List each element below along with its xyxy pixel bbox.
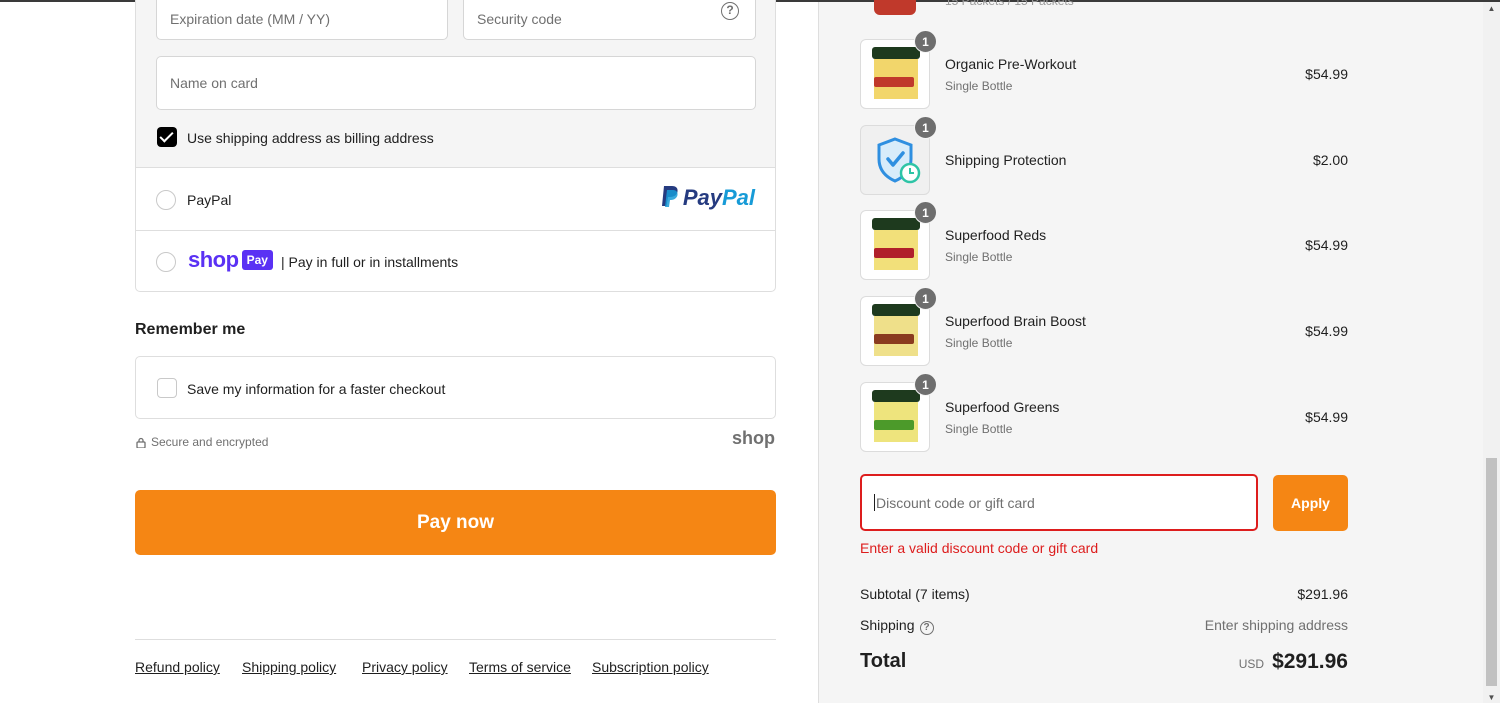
shoppay-option[interactable]: shop Pay | Pay in full or in installments [135, 230, 776, 292]
paypal-logo-pal: Pal [721, 185, 755, 210]
paypal-logo-pay: Pay [682, 185, 722, 210]
name-on-card-field[interactable]: Name on card [156, 56, 756, 110]
billing-address-checkbox[interactable] [157, 127, 177, 147]
item-name: Shipping Protection [945, 152, 1067, 168]
scrollbar-thumb[interactable] [1486, 458, 1497, 686]
item-variant: Single Bottle [945, 336, 1013, 350]
checkout-form-column: Expiration date (MM / YY) Security code … [0, 0, 818, 703]
item-thumbnail: 1 [860, 30, 937, 109]
privacy-policy-link[interactable]: Privacy policy [362, 659, 448, 675]
question-icon[interactable]: ? [721, 2, 739, 20]
total-value-group: USD $291.96 [1239, 650, 1348, 674]
list-item: 1 Superfood Reds Single Bottle $54.99 [860, 201, 1348, 280]
discount-code-input[interactable]: Discount code or gift card [860, 474, 1258, 531]
item-variant: Single Bottle [945, 79, 1013, 93]
quantity-badge: 1 [914, 373, 937, 396]
apply-discount-button[interactable]: Apply [1273, 475, 1348, 531]
list-item: 1 Superfood Brain Boost Single Bottle $5… [860, 287, 1348, 366]
item-thumbnail: 1 [860, 116, 937, 195]
question-icon[interactable]: ? [919, 621, 934, 635]
item-name: Organic Pre-Workout [945, 56, 1077, 72]
item-price: $54.99 [1305, 409, 1348, 425]
shoppay-badge: Pay [241, 250, 273, 270]
item-price: $54.99 [1305, 323, 1348, 339]
shipping-policy-link[interactable]: Shipping policy [242, 659, 336, 675]
item-thumbnail: 1 [860, 201, 937, 280]
item-price: $54.99 [1305, 237, 1348, 253]
item-thumbnail: 1 [860, 287, 937, 366]
remember-me-heading: Remember me [135, 321, 246, 338]
terms-of-service-link[interactable]: Terms of service [469, 659, 571, 675]
expiration-date-field[interactable]: Expiration date (MM / YY) [156, 0, 448, 40]
security-code-placeholder: Security code [477, 10, 562, 27]
secure-text: Secure and encrypted [151, 435, 269, 449]
paypal-option[interactable]: PayPal PayPal [135, 168, 776, 231]
total-value: $291.96 [1272, 650, 1348, 673]
total-label: Total [860, 650, 907, 672]
paypal-label: PayPal [187, 192, 232, 208]
quantity-badge: 1 [914, 201, 937, 224]
shield-icon [877, 137, 921, 184]
subtotal-value: $291.96 [1297, 586, 1348, 602]
paypal-logo: PayPal [661, 185, 755, 211]
shop-logo: shop [732, 428, 775, 448]
shoppay-word: shop [188, 247, 239, 272]
item-variant: Single Bottle [945, 250, 1013, 264]
item-name: Superfood Brain Boost [945, 313, 1086, 329]
scroll-up-arrow-icon[interactable]: ▲ [1483, 2, 1500, 16]
item-name: Superfood Greens [945, 399, 1060, 415]
list-item: 1 Organic Pre-Workout Single Bottle $54.… [860, 30, 1348, 109]
item-name: Superfood Reds [945, 227, 1047, 243]
quantity-badge: 1 [914, 30, 937, 53]
refund-policy-link[interactable]: Refund policy [135, 659, 220, 675]
shoppay-radio[interactable] [156, 252, 176, 272]
product-jar-image [872, 304, 920, 361]
security-code-field[interactable]: Security code ? [463, 0, 756, 40]
remember-me-box: Save my information for a faster checkou… [135, 356, 776, 419]
page-scrollbar[interactable]: ▲ ▼ [1483, 2, 1500, 703]
text-caret [874, 494, 875, 511]
quantity-badge: 1 [914, 116, 937, 139]
currency-code: USD [1238, 657, 1265, 671]
secure-note: Secure and encrypted [136, 435, 268, 449]
name-on-card-placeholder: Name on card [170, 75, 258, 91]
item-price: $2.00 [1312, 152, 1348, 168]
item-variant: Single Bottle [945, 422, 1013, 436]
product-jar-image [872, 47, 920, 104]
save-info-label: Save my information for a faster checkou… [187, 381, 446, 397]
credit-card-panel: Expiration date (MM / YY) Security code … [135, 0, 776, 168]
scroll-down-arrow-icon[interactable]: ▼ [1483, 691, 1500, 703]
footer-divider [135, 639, 776, 640]
save-info-checkbox[interactable] [157, 378, 177, 398]
subtotal-label: Subtotal (7 items) [860, 586, 970, 602]
paypal-radio[interactable] [156, 190, 176, 210]
shipping-label-group: Shipping? [860, 617, 934, 635]
partial-item-thumbnail [860, 0, 930, 20]
subscription-policy-link[interactable]: Subscription policy [592, 659, 709, 675]
paypal-p-icon [661, 185, 679, 209]
item-thumbnail: 1 [860, 373, 937, 452]
billing-address-label: Use shipping address as billing address [187, 130, 434, 146]
shoppay-label: | Pay in full or in installments [281, 254, 459, 270]
shipping-label: Shipping [860, 617, 915, 633]
partial-item-variant: 15 Packets / 15 Packets [945, 0, 1074, 8]
discount-error-message: Enter a valid discount code or gift card [860, 540, 1099, 556]
product-jar-image [872, 390, 920, 447]
item-price: $54.99 [1305, 66, 1348, 82]
quantity-badge: 1 [914, 287, 937, 310]
list-item: 1 Superfood Greens Single Bottle $54.99 [860, 373, 1348, 452]
shoppay-logo: shop Pay [188, 247, 273, 273]
lock-icon [136, 437, 146, 448]
expiration-date-placeholder: Expiration date (MM / YY) [170, 10, 331, 27]
pay-now-button[interactable]: Pay now [135, 490, 776, 555]
shipping-value: Enter shipping address [1204, 617, 1348, 633]
list-item: 1 Shipping Protection $2.00 [860, 116, 1348, 195]
product-jar-image [872, 218, 920, 275]
discount-placeholder: Discount code or gift card [876, 494, 1035, 511]
